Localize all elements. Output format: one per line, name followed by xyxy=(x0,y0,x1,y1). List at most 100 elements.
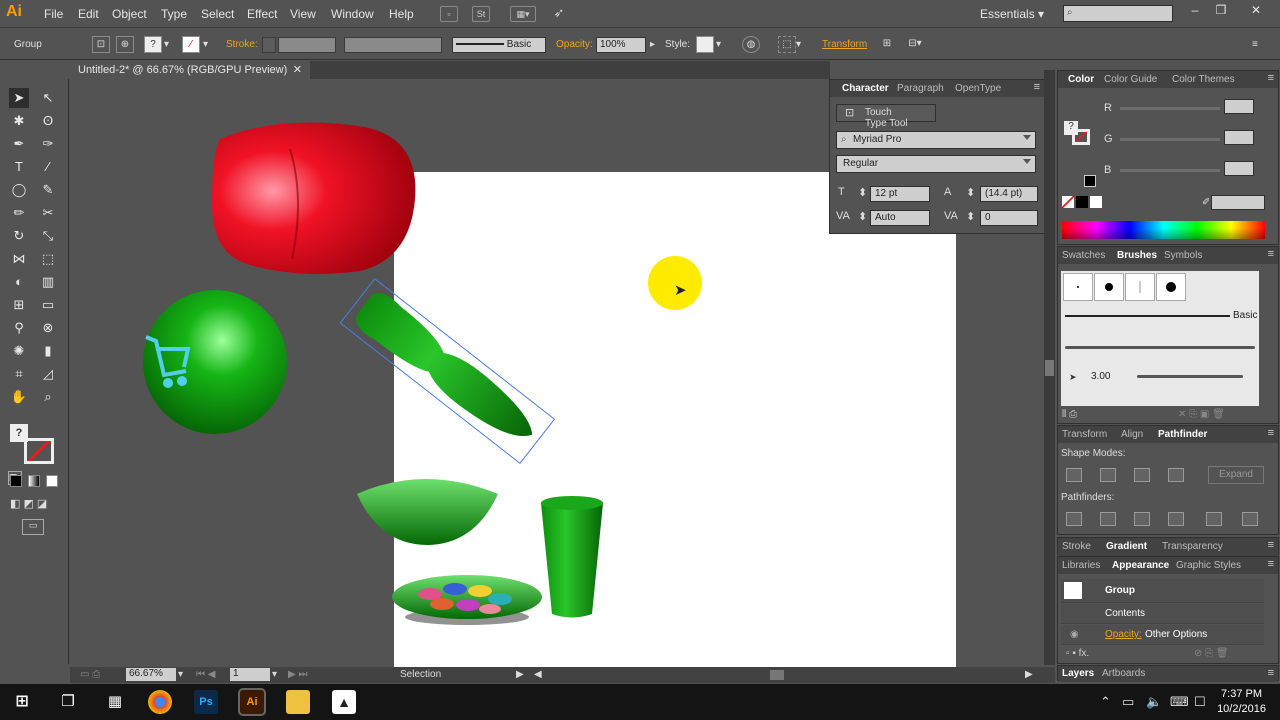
transform-icon[interactable]: ⊞ xyxy=(878,36,896,53)
out-of-gamut-swatch[interactable] xyxy=(1084,175,1096,187)
tracking-field[interactable]: 0 xyxy=(980,210,1038,226)
brush-definition-select[interactable]: Basic xyxy=(452,37,546,53)
brush-dot-faint[interactable] xyxy=(1125,273,1155,301)
direct-selection-tool-icon[interactable]: ↖ xyxy=(38,88,58,108)
brush-charcoal-stroke[interactable] xyxy=(1065,346,1255,349)
minimize-icon[interactable]: – xyxy=(1184,3,1206,21)
menu-window[interactable]: Window xyxy=(331,7,374,21)
channel-b-field[interactable] xyxy=(1224,161,1254,176)
ellipse-tool-icon[interactable]: ◯ xyxy=(9,180,29,200)
panel-dock-scrollbar[interactable] xyxy=(1044,70,1055,665)
kerning-stepper[interactable]: ⬍ xyxy=(858,210,867,223)
workspace-switcher[interactable]: Essentials ▾ xyxy=(980,7,1044,21)
font-size-field[interactable]: 12 pt xyxy=(870,186,930,202)
calculator-icon[interactable]: ▦ xyxy=(103,690,127,714)
brush-library-list[interactable]: Basic ➤ 3.00 xyxy=(1061,271,1259,406)
eyedropper-icon[interactable]: ✐ xyxy=(1202,197,1210,208)
artboard-number-field[interactable]: 1 xyxy=(230,668,270,681)
shape-options-icon[interactable]: ⊟▾ xyxy=(906,36,924,53)
menu-help[interactable]: Help xyxy=(389,7,414,21)
document-tab[interactable]: Untitled-2* @ 66.67% (RGB/GPU Preview) ✕ xyxy=(70,61,310,79)
scroll-left-icon[interactable]: ◀ xyxy=(534,669,542,680)
artboard-nav-prev-icons[interactable]: ⏮ ◀ xyxy=(196,669,215,680)
bridge-icon[interactable]: ▫ xyxy=(440,6,458,22)
color-mode-icon[interactable] xyxy=(10,475,22,487)
stroke-color-swatch[interactable] xyxy=(24,438,54,464)
trim-button[interactable] xyxy=(1100,512,1116,526)
stroke-dropdown-icon[interactable]: ▾ xyxy=(203,39,208,50)
selection-tool-icon[interactable]: ➤ xyxy=(9,88,29,108)
tab-character[interactable]: Character xyxy=(842,83,889,94)
network-icon[interactable]: ▭ xyxy=(1122,694,1134,710)
scroll-right-icon[interactable]: ▶ xyxy=(1025,669,1033,680)
opacity-arrow-icon[interactable]: ▸ xyxy=(650,39,655,50)
kerning-field[interactable]: Auto xyxy=(870,210,930,226)
document-setup-icon[interactable]: ◍ xyxy=(742,36,760,53)
tab-swatches[interactable]: Swatches xyxy=(1062,250,1105,261)
divide-button[interactable] xyxy=(1066,512,1082,526)
rotate-tool-icon[interactable]: ↻ xyxy=(9,226,29,246)
illustrator-taskbar-icon[interactable]: Ai xyxy=(238,688,266,716)
tab-opentype[interactable]: OpenType xyxy=(955,83,1001,94)
font-dropdown-icon[interactable] xyxy=(1023,135,1031,140)
black-swatch[interactable] xyxy=(1076,196,1088,208)
align-icon[interactable]: ⬚ xyxy=(778,36,796,53)
leading-stepper[interactable]: ⬍ xyxy=(966,186,975,199)
task-view-icon[interactable]: ❐ xyxy=(56,690,80,714)
tab-align[interactable]: Align xyxy=(1121,429,1143,440)
lasso-tool-icon[interactable]: ʘ xyxy=(38,111,58,131)
tab-paragraph[interactable]: Paragraph xyxy=(897,83,944,94)
control-bar-menu-icon[interactable]: ≡ xyxy=(1252,39,1258,50)
pencil-tool-icon[interactable]: ✏ xyxy=(9,203,29,223)
appearance-opacity-row[interactable]: ◉ Opacity: Other Options xyxy=(1061,625,1264,645)
add-new-stroke-icon[interactable]: ▫ ▪ fx. xyxy=(1066,648,1089,659)
column-graph-tool-icon[interactable]: ▮ xyxy=(38,341,58,361)
tab-transform[interactable]: Transform xyxy=(1062,429,1107,440)
type-tool-icon[interactable]: T xyxy=(9,157,29,177)
curvature-tool-icon[interactable]: ✑ xyxy=(38,134,58,154)
merge-button[interactable] xyxy=(1134,512,1150,526)
photos-icon[interactable]: ▲ xyxy=(332,690,356,714)
tab-stroke[interactable]: Stroke xyxy=(1062,541,1091,552)
font-style-select[interactable]: Regular xyxy=(836,155,1036,173)
channel-r-slider[interactable] xyxy=(1120,107,1220,110)
minus-front-button[interactable] xyxy=(1100,468,1116,482)
exclude-button[interactable] xyxy=(1168,468,1184,482)
tab-transparency[interactable]: Transparency xyxy=(1162,541,1223,552)
style-dropdown-icon[interactable]: ▾ xyxy=(716,39,721,50)
font-size-stepper[interactable]: ⬍ xyxy=(858,186,867,199)
isolate-group-icon[interactable]: ⊡ xyxy=(92,36,110,53)
brushes-panel-menu-icon[interactable]: ≡ xyxy=(1268,248,1274,260)
arrange-documents-icon[interactable]: ▦▾ xyxy=(510,6,536,22)
tab-color-guide[interactable]: Color Guide xyxy=(1104,74,1157,85)
drawing-modes-icon[interactable]: ◧ ◩ ◪ xyxy=(10,497,54,511)
status-menu-icon[interactable]: ▶ xyxy=(516,669,524,680)
magic-wand-tool-icon[interactable]: ✱ xyxy=(9,111,29,131)
appearance-group-row[interactable]: Group xyxy=(1061,579,1264,603)
artboard-tool-icon[interactable]: ⌗ xyxy=(9,364,29,384)
hex-field[interactable] xyxy=(1211,195,1265,210)
appearance-opacity-label[interactable]: Opacity: xyxy=(1105,629,1142,640)
unite-button[interactable] xyxy=(1066,468,1082,482)
tab-gradient[interactable]: Gradient xyxy=(1106,541,1147,552)
zoom-level-field[interactable]: 66.67% xyxy=(126,668,176,681)
zoom-dropdown-icon[interactable]: ▾ xyxy=(178,669,183,680)
panel-dock-scroll-thumb[interactable] xyxy=(1045,360,1054,376)
opacity-label[interactable]: Opacity: xyxy=(556,39,593,50)
action-center-icon[interactable]: ☐ xyxy=(1194,694,1206,710)
close-tab-icon[interactable]: ✕ xyxy=(293,63,302,76)
gradient-tool-icon[interactable]: ▭ xyxy=(38,295,58,315)
paintbrush-tool-icon[interactable]: ✎ xyxy=(38,180,58,200)
variable-width-profile[interactable] xyxy=(344,37,442,53)
tab-symbols[interactable]: Symbols xyxy=(1164,250,1202,261)
channel-g-field[interactable] xyxy=(1224,130,1254,145)
style-dropdown-icon[interactable] xyxy=(1023,159,1031,164)
width-tool-icon[interactable]: ⋈ xyxy=(9,249,29,269)
menu-view[interactable]: View xyxy=(290,7,316,21)
crop-button[interactable] xyxy=(1168,512,1184,526)
free-transform-tool-icon[interactable]: ⬚ xyxy=(38,249,58,269)
stroke-weight-stepper[interactable] xyxy=(262,37,276,53)
brush-basic-stroke[interactable] xyxy=(1065,315,1230,317)
channel-b-slider[interactable] xyxy=(1120,169,1220,172)
align-dropdown-icon[interactable]: ▾ xyxy=(796,39,801,50)
